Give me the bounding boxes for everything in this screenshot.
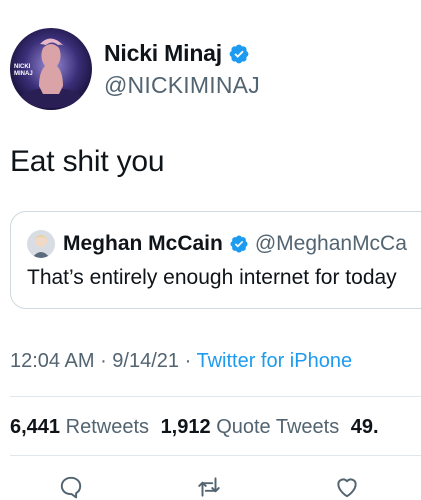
quotes-stat[interactable]: 1,912 Quote Tweets: [161, 416, 340, 438]
author-display-name[interactable]: Nicki Minaj: [104, 40, 222, 67]
tweet-meta: 12:04 AM · 9/14/21 · Twitter for iPhone: [10, 350, 352, 373]
like-icon[interactable]: [334, 474, 360, 500]
quoted-author-row: Meghan McCain @MeghanMcCa: [27, 230, 407, 258]
likes-count: 49.: [350, 416, 379, 438]
quoted-tweet-card[interactable]: Meghan McCain @MeghanMcCa That’s entirel…: [10, 211, 421, 309]
tweet-date[interactable]: 9/14/21: [112, 350, 179, 372]
quoted-tweet-text: That’s entirely enough internet for toda…: [27, 266, 397, 289]
verified-badge-icon: [229, 44, 249, 63]
divider: [10, 396, 421, 397]
quoted-avatar-image-icon: [27, 230, 55, 258]
tweet-stats: 6,441 Retweets 1,912 Quote Tweets 49.: [10, 416, 379, 439]
meta-separator-1: ·: [94, 350, 113, 372]
retweets-stat[interactable]: 6,441 Retweets: [10, 416, 149, 438]
quotes-label: Quote Tweets: [216, 416, 340, 438]
tweet-header: NICKI MINAJ Nicki Minaj @NICKIMINAJ: [10, 28, 410, 112]
author-handle[interactable]: @NICKIMINAJ: [104, 72, 260, 99]
svg-text:NICKI: NICKI: [14, 64, 31, 70]
svg-text:MINAJ: MINAJ: [14, 71, 33, 77]
meta-separator-2: ·: [179, 350, 197, 372]
quoted-author-handle: @MeghanMcCa: [254, 232, 407, 255]
tweet-time[interactable]: 12:04 AM: [10, 350, 95, 372]
quoted-author-display-name: Meghan McCain: [63, 232, 223, 255]
avatar-image-icon: NICKI MINAJ: [10, 28, 92, 110]
tweet-text: Eat shit you: [10, 145, 165, 178]
divider: [10, 455, 421, 456]
quoted-verified-badge-icon: [230, 235, 248, 253]
retweets-label: Retweets: [65, 416, 149, 438]
tweet-actions: [0, 474, 421, 500]
retweets-count: 6,441: [10, 416, 61, 438]
quotes-count: 1,912: [160, 416, 211, 438]
author-avatar[interactable]: NICKI MINAJ: [10, 28, 92, 110]
tweet-source-link[interactable]: Twitter for iPhone: [196, 350, 352, 372]
retweet-icon[interactable]: [196, 474, 222, 500]
likes-stat[interactable]: 49.: [351, 416, 379, 438]
author-name-row[interactable]: Nicki Minaj: [104, 40, 250, 67]
quoted-author-avatar: [27, 230, 55, 258]
reply-icon[interactable]: [58, 474, 84, 500]
